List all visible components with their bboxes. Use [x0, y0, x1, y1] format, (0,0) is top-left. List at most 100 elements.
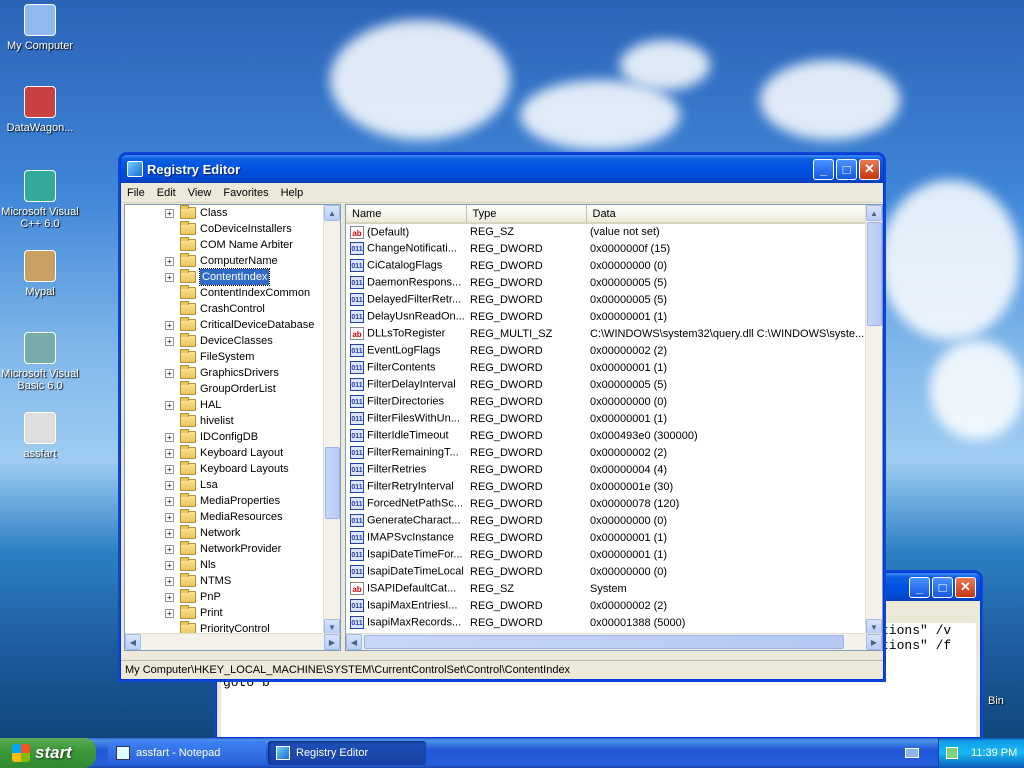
expand-icon[interactable]: +: [165, 496, 174, 506]
registry-editor-window[interactable]: Registry Editor _ □ ✕ File Edit View Fav…: [120, 154, 884, 680]
expand-icon[interactable]: +: [165, 448, 174, 458]
tree-node[interactable]: + DeviceClasses: [165, 333, 325, 349]
maximize-icon[interactable]: □: [836, 158, 857, 180]
expand-icon[interactable]: +: [165, 464, 174, 474]
tree-node[interactable]: + NetworkProvider: [165, 541, 325, 557]
value-row[interactable]: 011 IsapiMaxEntriesI... REG_DWORD 0x0000000…: [346, 597, 865, 614]
tree-node[interactable]: + MediaResources: [165, 509, 325, 525]
desktop-icon[interactable]: My Computer: [0, 4, 80, 52]
scroll-right-icon[interactable]: ▶: [866, 634, 882, 650]
scroll-thumb[interactable]: [325, 447, 340, 519]
expand-icon[interactable]: +: [165, 576, 174, 586]
expand-icon[interactable]: +: [165, 480, 174, 490]
tree-node[interactable]: + ComputerName: [165, 253, 325, 269]
expand-icon[interactable]: +: [165, 320, 174, 330]
value-row[interactable]: 011 ChangeNotificati... REG_DWORD 0x0000000…: [346, 240, 865, 257]
value-row[interactable]: 011 FilterIdleTimeout REG_DWORD 0x000493e0 …: [346, 427, 865, 444]
expand-icon[interactable]: +: [165, 560, 174, 570]
tree-node[interactable]: + ContentIndex: [165, 268, 325, 286]
minimize-icon[interactable]: _: [813, 158, 834, 180]
expand-icon[interactable]: +: [165, 400, 174, 410]
menu-edit[interactable]: Edit: [151, 187, 182, 199]
desktop-icon[interactable]: assfart: [0, 412, 80, 460]
desktop-icon[interactable]: Microsoft Visual C++ 6.0: [0, 170, 80, 230]
tree-node[interactable]: ContentIndexCommon: [165, 285, 325, 301]
menu-file[interactable]: File: [121, 187, 151, 199]
close-icon[interactable]: ✕: [955, 576, 976, 598]
key-tree-pane[interactable]: + Class CoDeviceInstallers COM Name Arbiter…: [124, 204, 341, 651]
values-list-pane[interactable]: Name Type Data ab (Default) REG_SZ (value n…: [345, 204, 883, 651]
tree-node[interactable]: GroupOrderList: [165, 381, 325, 397]
tree-node[interactable]: + NTMS: [165, 573, 325, 589]
value-row[interactable]: 011 FilterFilesWithUn... REG_DWORD 0x000000…: [346, 410, 865, 427]
expand-icon[interactable]: +: [165, 208, 174, 218]
column-header-type[interactable]: Type: [466, 205, 587, 224]
tree-node[interactable]: + Network: [165, 525, 325, 541]
tree-node[interactable]: + CriticalDeviceDatabase: [165, 317, 325, 333]
desktop-icon[interactable]: DataWagon...: [0, 86, 80, 134]
tree-node[interactable]: + HAL: [165, 397, 325, 413]
tree-node[interactable]: + Keyboard Layout: [165, 445, 325, 461]
value-row[interactable]: 011 DaemonRespons... REG_DWORD 0x00000005 (…: [346, 274, 865, 291]
tree-node[interactable]: + Class: [165, 205, 325, 221]
tree-node[interactable]: CoDeviceInstallers: [165, 221, 325, 237]
scroll-thumb[interactable]: [867, 222, 882, 326]
recycle-bin-label[interactable]: Bin: [988, 695, 1004, 707]
maximize-icon[interactable]: □: [932, 576, 953, 598]
tree-node[interactable]: + Lsa: [165, 477, 325, 493]
value-row[interactable]: 011 DelayUsnReadOn... REG_DWORD 0x00000001 …: [346, 308, 865, 325]
value-row[interactable]: 011 ForcedNetPathSc... REG_DWORD 0x00000078…: [346, 495, 865, 512]
expand-icon[interactable]: +: [165, 544, 174, 554]
value-row[interactable]: 011 IsapiDateTimeFor... REG_DWORD 0x0000000…: [346, 546, 865, 563]
expand-icon[interactable]: +: [165, 592, 174, 602]
expand-icon[interactable]: +: [165, 608, 174, 618]
expand-icon[interactable]: +: [165, 528, 174, 538]
horizontal-scroll-thumb[interactable]: [364, 635, 844, 649]
clock[interactable]: 11:39 PM: [971, 747, 1017, 759]
value-row[interactable]: ab ISAPIDefaultCat... REG_SZ System: [346, 580, 865, 597]
network-icon[interactable]: [945, 747, 958, 759]
list-horizontal-scrollbar[interactable]: ◀ ▶: [346, 633, 882, 650]
tree-node[interactable]: hivelist: [165, 413, 325, 429]
value-row[interactable]: 011 FilterContents REG_DWORD 0x00000001 (1): [346, 359, 865, 376]
tree-node[interactable]: + Print: [165, 605, 325, 621]
value-row[interactable]: 011 EventLogFlags REG_DWORD 0x00000002 (2): [346, 342, 865, 359]
scroll-left-icon[interactable]: ◀: [346, 634, 362, 650]
value-row[interactable]: 011 FilterRetryInterval REG_DWORD 0x0000001…: [346, 478, 865, 495]
desktop-icon[interactable]: Microsoft Visual Basic 6.0: [0, 332, 80, 392]
expand-icon[interactable]: +: [165, 432, 174, 442]
tree-node[interactable]: CrashControl: [165, 301, 325, 317]
tree-node[interactable]: FileSystem: [165, 349, 325, 365]
tree-horizontal-scrollbar[interactable]: ◀ ▶: [125, 633, 340, 650]
minimize-icon[interactable]: _: [909, 576, 930, 598]
taskbar-item-notepad[interactable]: assfart - Notepad: [108, 741, 266, 765]
tree-node[interactable]: + GraphicsDrivers: [165, 365, 325, 381]
keyboard-icon[interactable]: [905, 748, 919, 758]
menu-view[interactable]: View: [182, 187, 218, 199]
value-row[interactable]: ab (Default) REG_SZ (value not set): [346, 223, 865, 240]
expand-icon[interactable]: +: [165, 368, 174, 378]
desktop-icon[interactable]: Mypal: [0, 250, 80, 298]
value-row[interactable]: 011 DelayedFilterRetr... REG_DWORD 0x000000…: [346, 291, 865, 308]
expand-icon[interactable]: +: [165, 336, 174, 346]
scroll-left-icon[interactable]: ◀: [125, 634, 141, 650]
value-row[interactable]: 011 FilterRetries REG_DWORD 0x00000004 (4): [346, 461, 865, 478]
tree-node[interactable]: + MediaProperties: [165, 493, 325, 509]
column-header-data[interactable]: Data: [586, 205, 866, 224]
value-row[interactable]: 011 IsapiMaxRecords... REG_DWORD 0x00001388…: [346, 614, 865, 631]
value-row[interactable]: 011 IMAPSvcInstance REG_DWORD 0x00000001 (1…: [346, 529, 865, 546]
scroll-right-icon[interactable]: ▶: [324, 634, 340, 650]
list-vertical-scrollbar[interactable]: ▲ ▼: [865, 205, 882, 635]
close-icon[interactable]: ✕: [859, 158, 880, 180]
menu-help[interactable]: Help: [275, 187, 310, 199]
expand-icon[interactable]: +: [165, 512, 174, 522]
tree-vertical-scrollbar[interactable]: ▲ ▼: [323, 205, 340, 635]
regedit-titlebar[interactable]: Registry Editor _ □ ✕: [121, 155, 883, 183]
expand-icon[interactable]: +: [165, 256, 174, 266]
value-row[interactable]: ab DLLsToRegister REG_MULTI_SZ C:\WINDOWS\s…: [346, 325, 865, 342]
scroll-up-icon[interactable]: ▲: [866, 205, 882, 221]
taskbar-item-regedit[interactable]: Registry Editor: [268, 741, 426, 765]
value-row[interactable]: 011 CiCatalogFlags REG_DWORD 0x00000000 (0): [346, 257, 865, 274]
tree-node[interactable]: COM Name Arbiter: [165, 237, 325, 253]
tree-node[interactable]: + Keyboard Layouts: [165, 461, 325, 477]
